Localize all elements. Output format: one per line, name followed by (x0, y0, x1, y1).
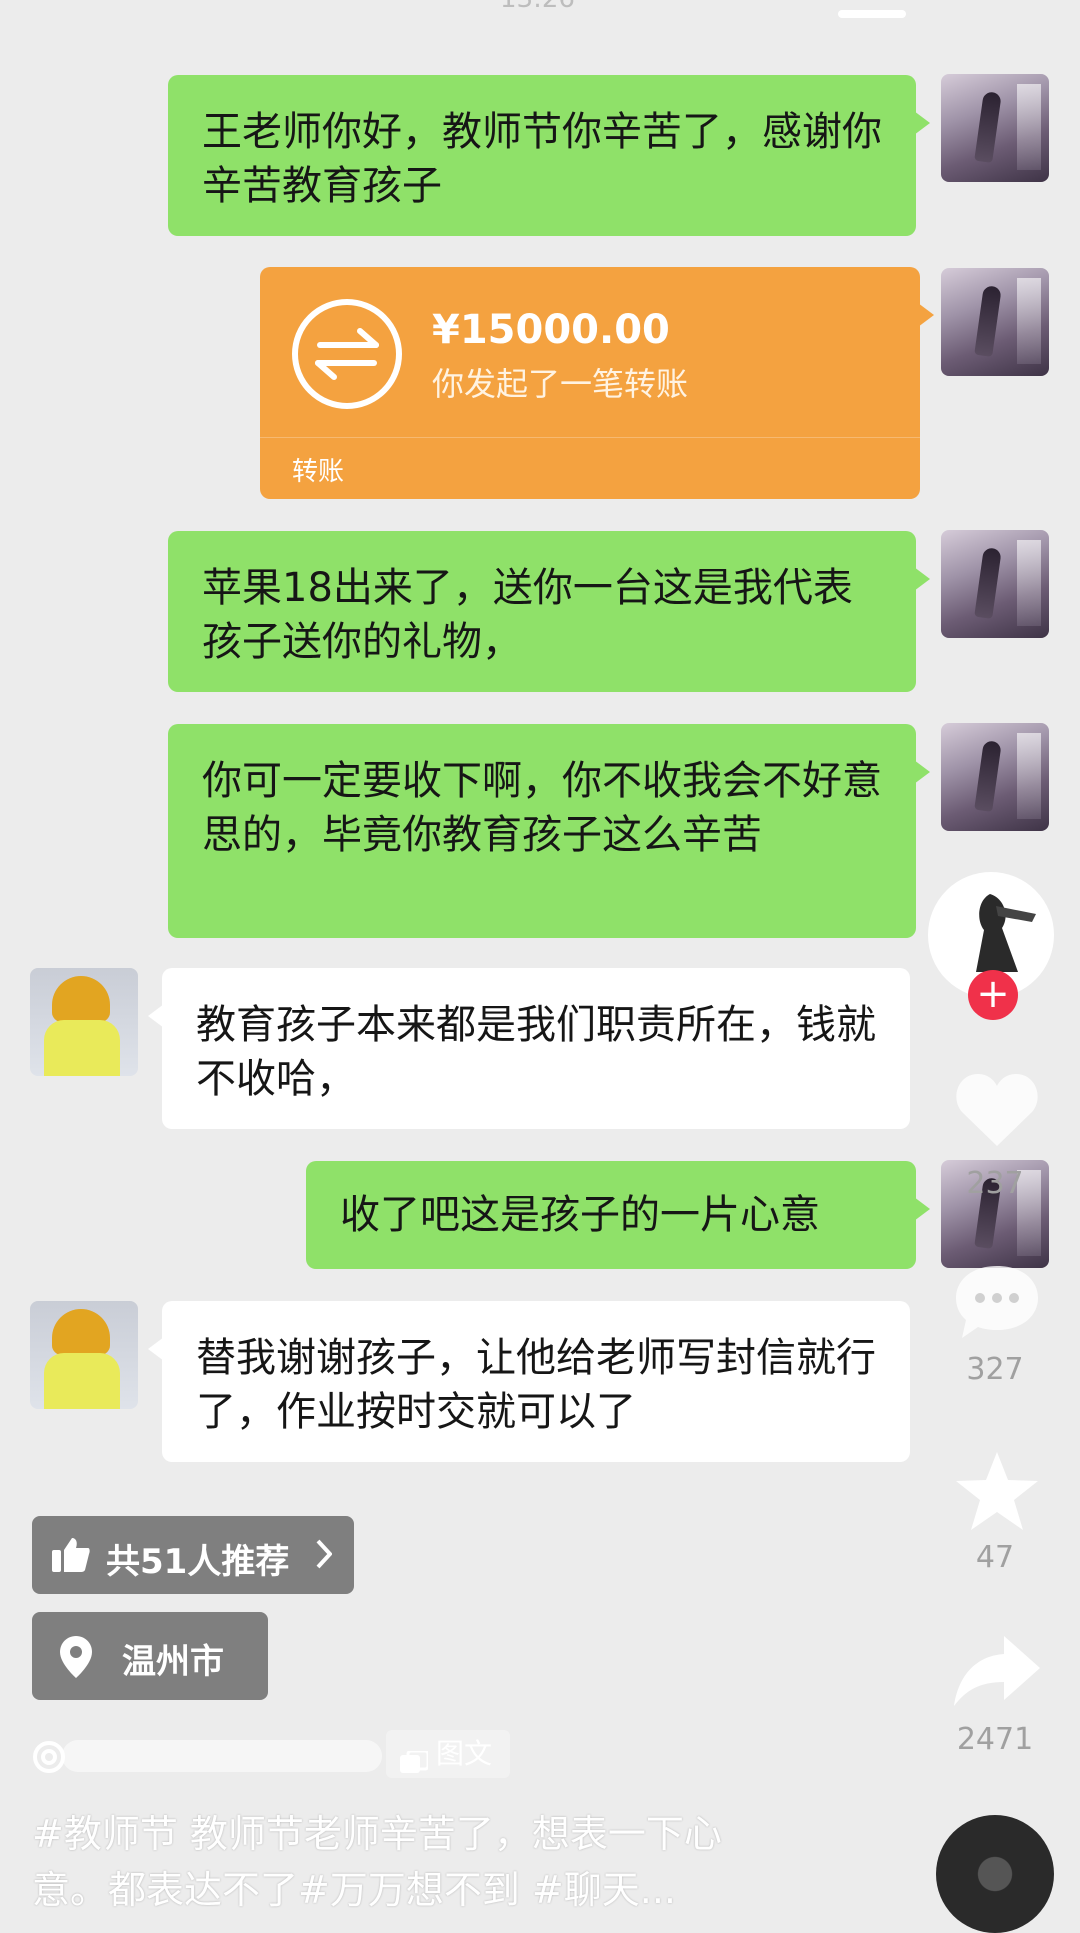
avatar-body (44, 1353, 120, 1409)
image-text-icon (400, 1742, 430, 1790)
transfer-card[interactable]: ¥15000.00 你发起了一笔转账 转账 (260, 267, 934, 499)
sender-avatar[interactable] (941, 268, 1049, 376)
location-pin-icon (60, 1636, 92, 1687)
share-icon[interactable] (950, 1632, 1044, 1710)
image-text-label: 图文 (436, 1737, 493, 1770)
location-label: 温州市 (122, 1642, 224, 1682)
message-received-5: 教育孩子本来都是我们职责所在，钱就不收哈， (148, 968, 910, 1129)
like-count: 237 (966, 1166, 1024, 1201)
location-chip[interactable]: 温州市 (32, 1612, 268, 1700)
sender-avatar[interactable] (941, 723, 1049, 831)
transfer-footer: 转账 (292, 457, 345, 487)
music-disc[interactable] (936, 1815, 1054, 1933)
at-icon (32, 1740, 66, 1778)
transfer-amount: ¥15000.00 (432, 307, 670, 353)
comment-icon[interactable] (952, 1260, 1042, 1342)
avatar-body (44, 1020, 120, 1076)
transfer-description: 你发起了一笔转账 (432, 365, 689, 403)
status-bar: 13:26 (0, 0, 1080, 24)
share-count: 2471 (956, 1722, 1034, 1757)
message-received-7: 替我谢谢孩子，让他给老师写封信就行了，作业按时交就可以了 (148, 1301, 910, 1462)
favorite-count: 47 (975, 1540, 1015, 1575)
transfer-divider (260, 437, 920, 438)
recommend-label: 共51人推荐 (106, 1542, 290, 1582)
receiver-avatar[interactable] (30, 968, 138, 1076)
avatar-hat (52, 1309, 110, 1355)
recommend-chip[interactable]: 共51人推荐 (32, 1516, 354, 1594)
chevron-right-icon (316, 1538, 333, 1578)
sender-avatar[interactable] (941, 530, 1049, 638)
message-sent-3: 苹果18出来了，送你一台这是我代表孩子送你的礼物， (168, 531, 930, 692)
image-text-badge: 图文 (386, 1730, 510, 1778)
author-name (62, 1740, 382, 1772)
status-time: 13:26 (500, 0, 575, 14)
comment-count: 327 (966, 1352, 1024, 1387)
caption-line-1: #教师节 教师节老师辛苦了，想表一下心 (32, 1812, 722, 1856)
message-sent-1: 王老师你好，教师节你辛苦了，感谢你辛苦教育孩子 (168, 75, 930, 236)
receiver-avatar[interactable] (30, 1301, 138, 1409)
favorite-icon[interactable] (952, 1448, 1042, 1534)
post-caption[interactable]: #教师节 教师节老师辛苦了，想表一下心 意。都表达不了#万万想不到 #聊天... (32, 1806, 792, 1918)
sender-avatar[interactable] (941, 74, 1049, 182)
like-icon[interactable] (952, 1068, 1042, 1150)
thumbs-up-icon (52, 1536, 90, 1581)
message-sent-4: 你可一定要收下啊，你不收我会不好意思的，毕竟你教育孩子这么辛苦 (168, 724, 930, 938)
message-sent-6: 收了吧这是孩子的一片心意 (306, 1161, 930, 1269)
caption-line-2: 意。都表达不了#万万想不到 #聊天... (32, 1868, 676, 1912)
avatar-hat (52, 976, 110, 1022)
transfer-icon (292, 299, 402, 409)
follow-button[interactable]: + (968, 970, 1018, 1020)
status-indicator (838, 10, 906, 18)
